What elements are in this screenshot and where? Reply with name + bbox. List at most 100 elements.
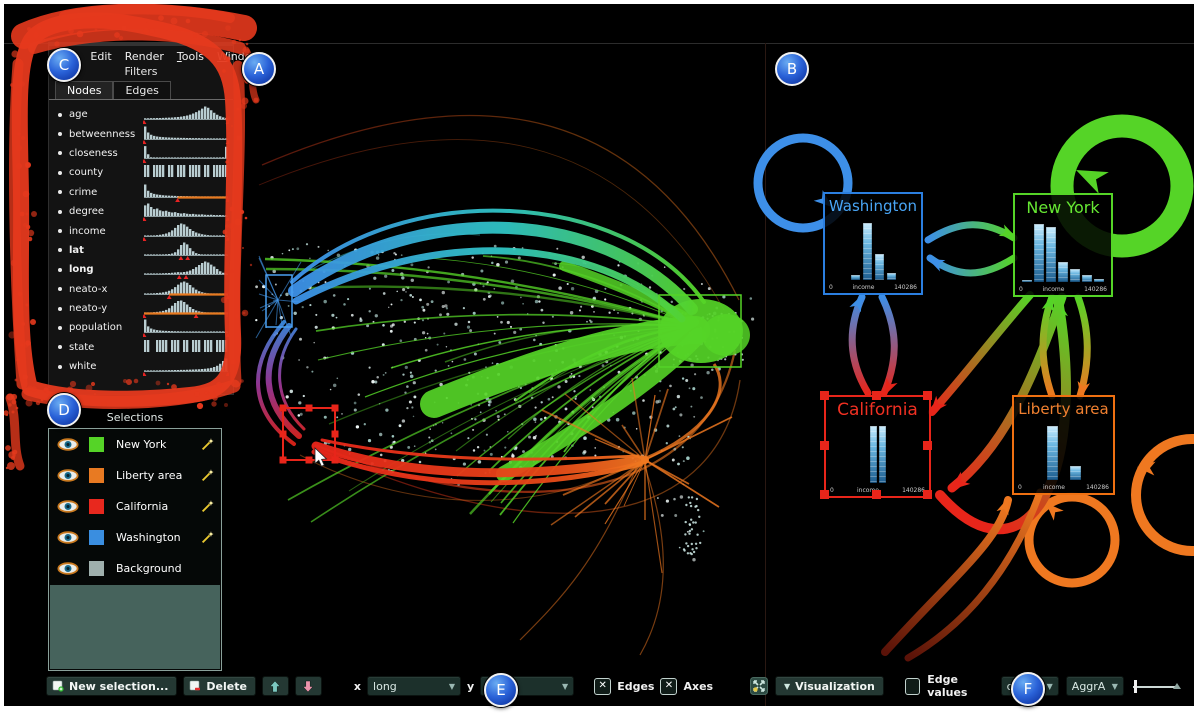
washington-selection-rect[interactable] xyxy=(266,275,292,327)
filter-row-neato-y[interactable]: neato-y xyxy=(58,299,233,318)
filter-row-betweenness[interactable]: betweenness xyxy=(58,124,233,143)
selection-handle[interactable] xyxy=(923,490,932,499)
filter-label: county xyxy=(69,167,143,178)
filter-row-white[interactable]: white xyxy=(58,357,233,376)
tab-edges[interactable]: Edges xyxy=(113,81,170,99)
filter-row-income[interactable]: income xyxy=(58,221,233,240)
graph-node-liberty-area[interactable]: Liberty area0income140286 xyxy=(1012,395,1115,495)
selection-item-washington[interactable]: Washington xyxy=(49,522,221,553)
filter-histogram[interactable] xyxy=(143,202,229,221)
selection-item-california[interactable]: California xyxy=(49,491,221,522)
selection-color-swatch[interactable] xyxy=(89,530,104,545)
filter-row-age[interactable]: age xyxy=(58,105,233,124)
selection-label: Liberty area xyxy=(116,469,200,482)
filter-histogram[interactable] xyxy=(143,280,229,299)
edge-arrowhead xyxy=(1071,159,1109,194)
histogram-bar xyxy=(1046,227,1056,282)
new-selection-button[interactable]: New selection... xyxy=(46,676,177,696)
menu-item-render[interactable]: Render xyxy=(125,50,164,63)
range-marker-icon xyxy=(143,120,147,124)
filter-row-state[interactable]: state xyxy=(58,338,233,357)
filter-histogram[interactable] xyxy=(143,260,229,279)
edges-checkbox[interactable]: ✕ xyxy=(594,678,611,695)
filter-histogram[interactable] xyxy=(143,241,229,260)
graph-node-washington[interactable]: Washington0income140286 xyxy=(823,192,923,295)
magic-wand-icon[interactable] xyxy=(200,500,214,514)
visibility-eye-icon[interactable] xyxy=(57,531,79,544)
selection-handle[interactable] xyxy=(872,490,881,499)
range-marker-icon xyxy=(225,198,229,202)
filter-row-long[interactable]: long xyxy=(58,260,233,279)
visibility-eye-icon[interactable] xyxy=(57,500,79,513)
edge-values-checkbox[interactable] xyxy=(905,678,920,695)
fit-to-view-icon[interactable] xyxy=(750,677,768,695)
axis-max: 140286 xyxy=(1084,286,1107,293)
graph-node-california[interactable]: California0income140286 xyxy=(824,395,931,498)
selection-color-swatch[interactable] xyxy=(89,468,104,483)
selection-handle[interactable] xyxy=(923,391,932,400)
self-loop-edge xyxy=(1136,439,1194,551)
delete-selection-button[interactable]: Delete xyxy=(183,676,256,696)
filter-histogram[interactable] xyxy=(143,357,229,376)
selection-handle[interactable] xyxy=(872,391,881,400)
visualization-dropdown[interactable]: ▼ Visualization xyxy=(775,676,884,696)
magic-wand-icon[interactable] xyxy=(200,469,214,483)
filter-row-lat[interactable]: lat xyxy=(58,241,233,260)
filter-histogram[interactable] xyxy=(143,318,229,337)
selection-item-liberty-area[interactable]: Liberty area xyxy=(49,460,221,491)
visibility-eye-icon[interactable] xyxy=(57,469,79,482)
filter-histogram[interactable] xyxy=(143,183,229,202)
filter-label: population xyxy=(69,322,143,333)
histogram-bar xyxy=(879,426,886,483)
edge-values-label: Edge values xyxy=(927,673,993,699)
graph-node-new-york[interactable]: New York0income140286 xyxy=(1013,193,1113,297)
filter-histogram[interactable] xyxy=(143,144,229,163)
selection-handle[interactable] xyxy=(923,441,932,450)
visibility-eye-icon[interactable] xyxy=(57,438,79,451)
move-selection-up-button[interactable] xyxy=(262,676,289,696)
selection-handle[interactable] xyxy=(820,490,829,499)
selection-color-swatch[interactable] xyxy=(89,437,104,452)
axis-min: 0 xyxy=(1019,286,1023,293)
menu-item-edit[interactable]: Edit xyxy=(90,50,111,63)
visibility-eye-icon[interactable] xyxy=(57,562,79,575)
dropdown-caret-icon: ▼ xyxy=(1047,682,1053,691)
selection-item-background[interactable]: Background xyxy=(49,553,221,584)
selection-handle[interactable] xyxy=(820,391,829,400)
aggregation-select[interactable]: AggrA ▼ xyxy=(1066,676,1124,696)
delete-icon xyxy=(189,680,201,692)
selection-color-swatch[interactable] xyxy=(89,499,104,514)
filter-row-degree[interactable]: degree xyxy=(58,202,233,221)
magic-wand-icon[interactable] xyxy=(200,531,214,545)
menu-item-tools[interactable]: Tools xyxy=(177,50,204,63)
filter-label: income xyxy=(69,226,143,237)
filter-row-neato-x[interactable]: neato-x xyxy=(58,280,233,299)
selection-handle[interactable] xyxy=(820,441,829,450)
selection-item-new-york[interactable]: New York xyxy=(49,429,221,460)
move-selection-down-button[interactable] xyxy=(295,676,322,696)
selection-color-swatch[interactable] xyxy=(89,561,104,576)
filter-histogram[interactable] xyxy=(143,299,229,318)
annotation-circle-d: D xyxy=(47,393,81,427)
filter-histogram[interactable] xyxy=(143,163,229,182)
filter-row-population[interactable]: population xyxy=(58,318,233,337)
tab-nodes[interactable]: Nodes xyxy=(55,81,113,99)
filter-histogram[interactable] xyxy=(143,105,229,124)
filter-histogram[interactable] xyxy=(143,222,229,241)
x-attribute-select[interactable]: long ▼ xyxy=(367,676,461,696)
new-york-selection-rect[interactable] xyxy=(659,295,741,367)
axes-checkbox[interactable]: ✕ xyxy=(660,678,677,695)
filter-histogram[interactable] xyxy=(143,338,229,357)
filter-bullet-icon xyxy=(58,248,62,252)
slider-handle[interactable] xyxy=(1134,680,1137,693)
filter-row-crime[interactable]: crime xyxy=(58,183,233,202)
magic-wand-icon[interactable] xyxy=(200,438,214,452)
filter-row-closeness[interactable]: closeness xyxy=(58,144,233,163)
filter-row-county[interactable]: county xyxy=(58,163,233,182)
california-selection-rect[interactable] xyxy=(280,405,339,464)
node-count-slider[interactable] xyxy=(1131,677,1181,695)
aggr-value: AggrA xyxy=(1072,680,1106,693)
edge-arrowhead xyxy=(849,292,867,312)
filter-histogram[interactable] xyxy=(143,125,229,144)
selections-empty-area[interactable] xyxy=(50,585,220,669)
